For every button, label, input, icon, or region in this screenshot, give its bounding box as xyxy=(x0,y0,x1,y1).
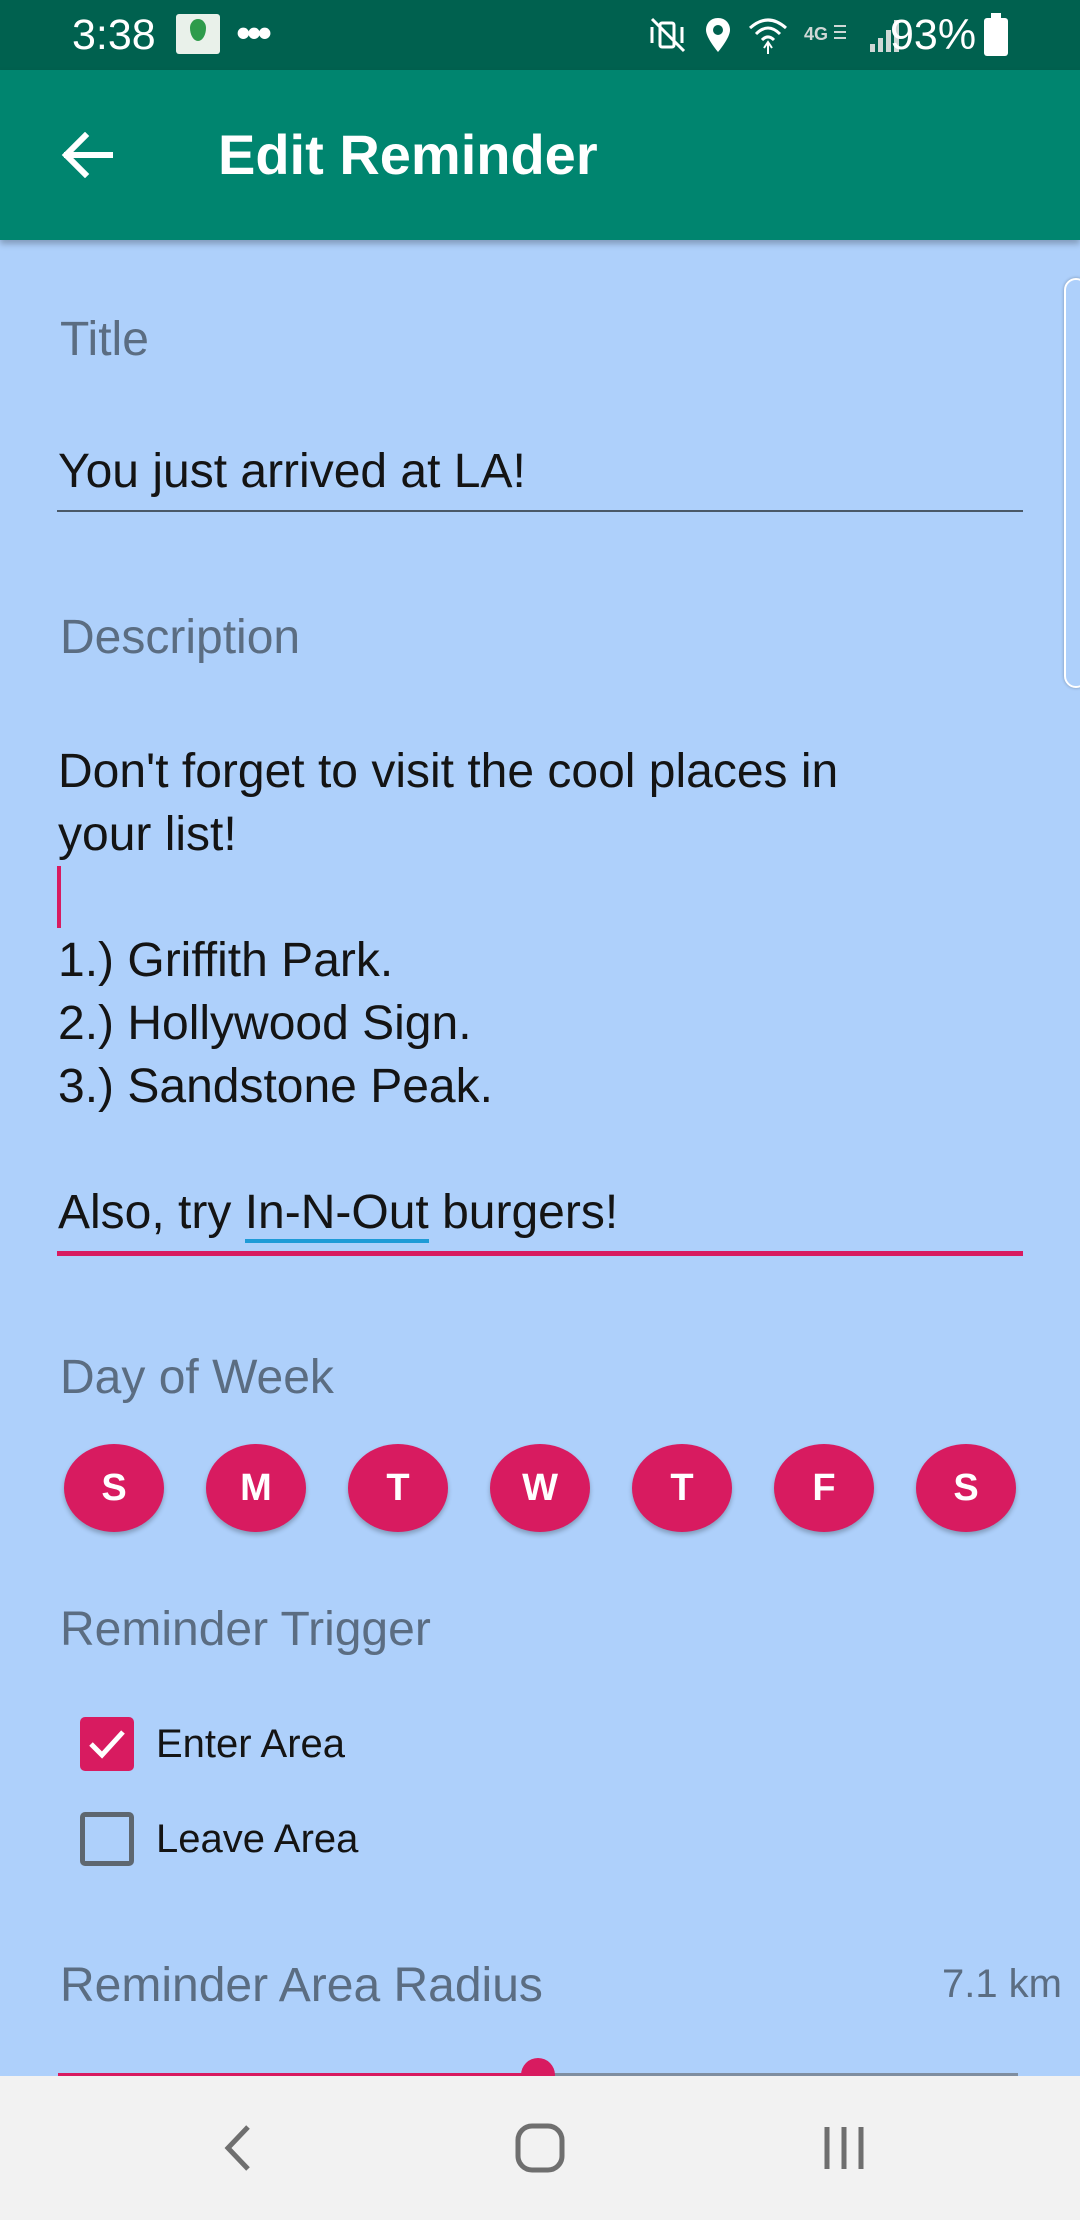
leave-area-checkbox[interactable] xyxy=(80,1812,134,1866)
nav-recents-button[interactable] xyxy=(804,2108,884,2188)
spellcheck-word[interactable]: In-N-Out xyxy=(244,1186,429,1243)
lte-icon: 4G xyxy=(804,24,846,44)
back-button[interactable] xyxy=(52,120,122,190)
enter-area-label: Enter Area xyxy=(156,1722,346,1766)
leave-area-label: Leave Area xyxy=(156,1817,359,1861)
reminder-trigger-label: Reminder Trigger xyxy=(60,1603,431,1656)
location-icon xyxy=(706,18,730,52)
day-button-thursday[interactable]: T xyxy=(632,1444,732,1532)
radius-value: 7.1 km xyxy=(941,1962,1062,2006)
title-label: Title xyxy=(60,313,149,366)
description-text: burgers! xyxy=(428,1186,619,1239)
recents-nav-icon xyxy=(824,2127,864,2169)
status-icons: 4G xyxy=(648,12,904,58)
system-nav-bar xyxy=(0,2076,1080,2220)
app-bar: Edit Reminder xyxy=(0,70,1080,240)
description-label: Description xyxy=(60,611,301,664)
back-nav-icon xyxy=(224,2125,250,2171)
description-text: Also, try xyxy=(58,1186,245,1239)
description-input[interactable]: Don't forget to visit the cool places in… xyxy=(58,740,1020,1244)
home-nav-icon xyxy=(515,2123,565,2173)
day-button-wednesday[interactable]: W xyxy=(490,1444,590,1532)
title-underline xyxy=(57,510,1023,512)
radius-label: Reminder Area Radius xyxy=(60,1959,543,2012)
status-bar: 3:38 ••• 4G 93% xyxy=(0,0,1080,70)
nav-home-button[interactable] xyxy=(500,2108,580,2188)
app-notification-icon xyxy=(176,14,220,54)
description-underline xyxy=(57,1251,1023,1256)
more-notifications-indicator: ••• xyxy=(236,9,272,56)
battery-percent: 93% xyxy=(890,11,977,59)
day-button-saturday[interactable]: S xyxy=(916,1444,1016,1532)
checkmark-icon xyxy=(89,1730,125,1759)
description-line xyxy=(58,866,1020,929)
title-input[interactable]: You just arrived at LA! xyxy=(58,440,1020,503)
day-selector: S M T W T F S xyxy=(64,1444,1016,1534)
page-title: Edit Reminder xyxy=(218,123,598,186)
text-cursor xyxy=(57,866,61,928)
description-line xyxy=(58,1118,1020,1181)
description-line: 3.) Sandstone Peak. xyxy=(58,1060,493,1113)
day-of-week-label: Day of Week xyxy=(60,1351,334,1404)
status-time: 3:38 xyxy=(72,11,156,59)
day-button-sunday[interactable]: S xyxy=(64,1444,164,1532)
enter-area-checkbox[interactable] xyxy=(80,1717,134,1771)
trigger-option-enter-area[interactable]: Enter Area xyxy=(80,1714,345,1774)
scroll-indicator[interactable] xyxy=(1064,278,1080,688)
description-line: Also, try In-N-Out burgers! xyxy=(58,1181,1020,1244)
arrow-back-icon xyxy=(61,132,113,178)
nav-back-button[interactable] xyxy=(198,2108,278,2188)
mute-vibrate-icon xyxy=(650,17,686,53)
day-button-friday[interactable]: F xyxy=(774,1444,874,1532)
wifi-icon xyxy=(749,18,787,54)
description-line: Don't forget to visit the cool places in xyxy=(58,745,839,798)
svg-text:4G: 4G xyxy=(804,24,828,44)
description-line: your list! xyxy=(58,808,237,861)
day-button-tuesday[interactable]: T xyxy=(348,1444,448,1532)
day-button-monday[interactable]: M xyxy=(206,1444,306,1532)
trigger-option-leave-area[interactable]: Leave Area xyxy=(80,1809,358,1869)
description-line: 2.) Hollywood Sign. xyxy=(58,997,472,1050)
description-line: 1.) Griffith Park. xyxy=(58,934,394,987)
battery-icon xyxy=(984,13,1008,56)
